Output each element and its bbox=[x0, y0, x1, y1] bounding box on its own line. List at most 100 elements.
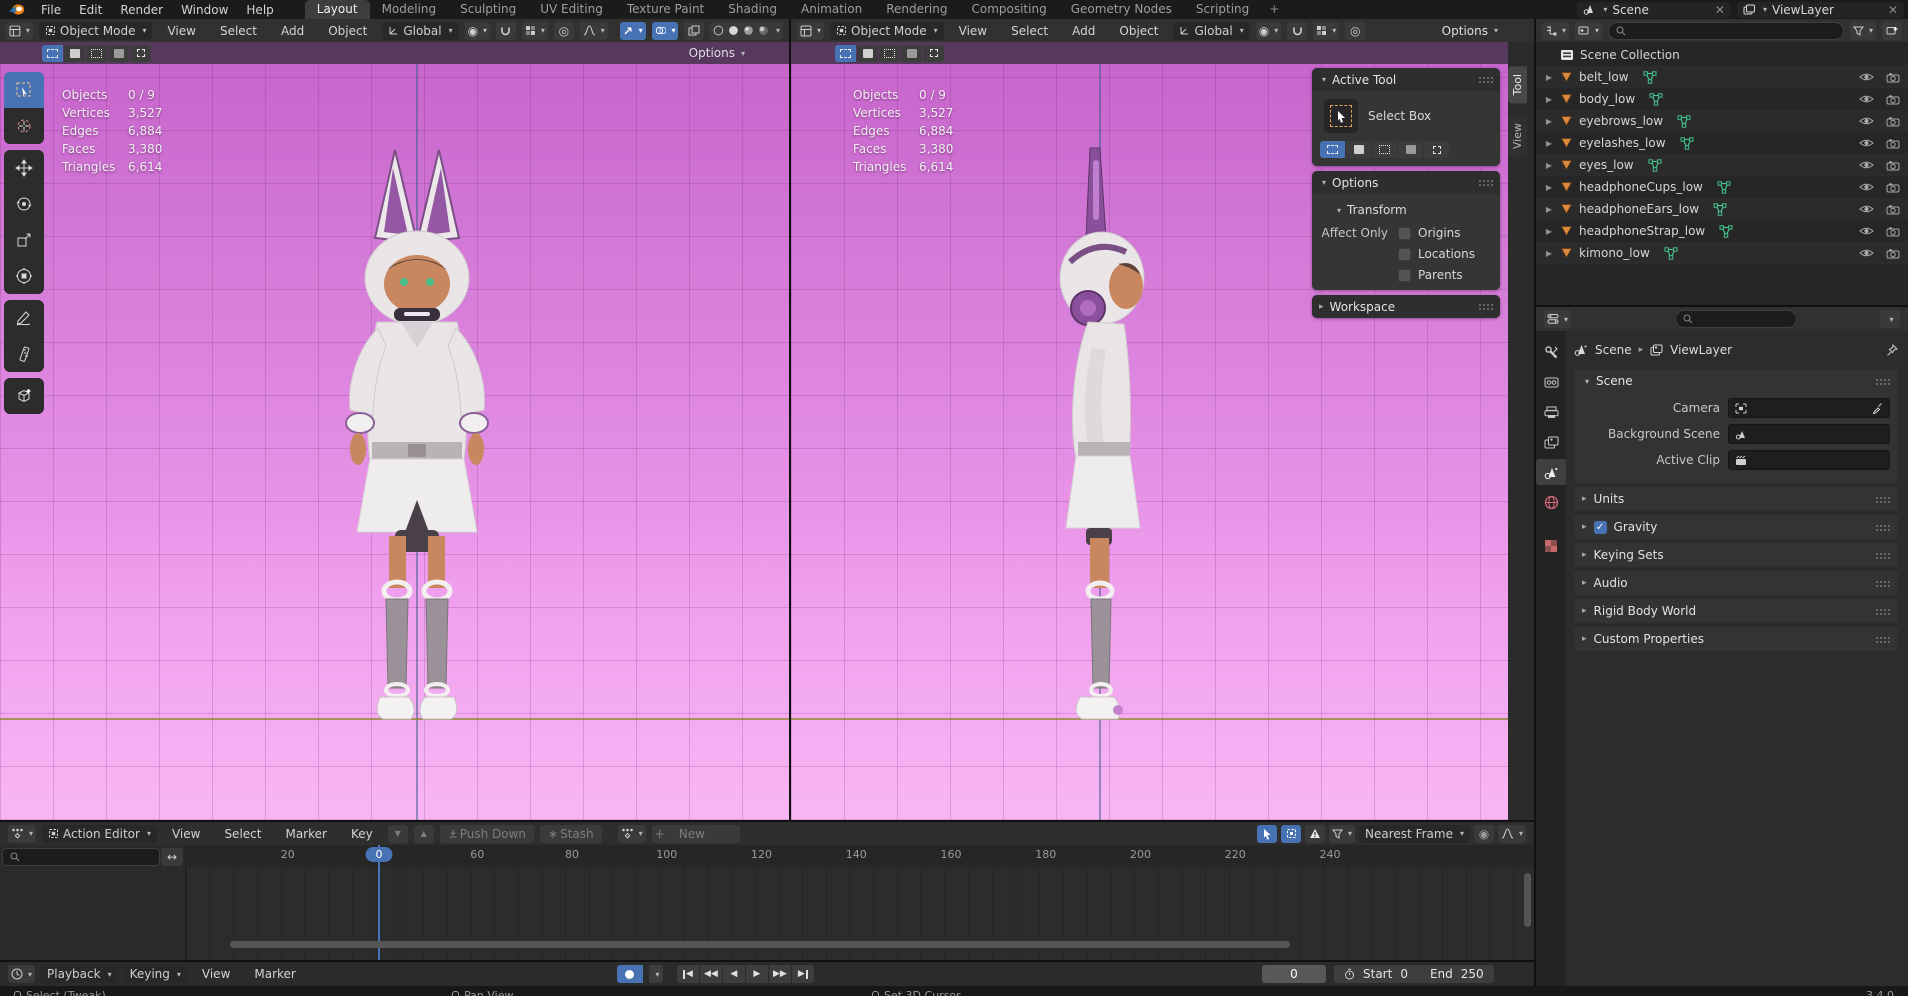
previous-keyframe-button[interactable]: ◀◀ bbox=[700, 965, 722, 983]
outliner-display-mode-dropdown[interactable]: ▾ bbox=[1542, 22, 1569, 40]
object-name[interactable]: belt_low bbox=[1579, 70, 1629, 84]
properties-tab-output[interactable] bbox=[1536, 399, 1566, 425]
select-extend-button[interactable] bbox=[1346, 141, 1371, 158]
parents-checkbox[interactable] bbox=[1398, 269, 1411, 282]
playback-dropdown[interactable]: Playback▾ bbox=[41, 965, 118, 983]
properties-tab-texture[interactable] bbox=[1536, 533, 1566, 559]
pin-icon[interactable] bbox=[1886, 344, 1898, 357]
panel-grip[interactable] bbox=[1478, 303, 1493, 310]
editor-type-button[interactable]: ▾ bbox=[8, 825, 36, 843]
outliner-row-belt_low[interactable]: ▶ belt_low bbox=[1536, 66, 1908, 88]
disable-in-renders-icon[interactable] bbox=[1886, 94, 1900, 105]
pivot-dropdown[interactable]: ◉▾ bbox=[1256, 22, 1282, 40]
panel-grip[interactable] bbox=[1875, 524, 1890, 531]
disable-in-renders-icon[interactable] bbox=[1886, 72, 1900, 83]
select-invert-button[interactable] bbox=[1398, 141, 1423, 158]
workspace-tab-sculpting[interactable]: Sculpting bbox=[448, 0, 528, 19]
show-overlays-toggle[interactable]: ▾ bbox=[652, 22, 679, 40]
orientation-dropdown[interactable]: Global ▾ bbox=[1173, 22, 1249, 40]
eyedropper-icon[interactable] bbox=[1872, 402, 1883, 414]
object-name[interactable]: headphoneStrap_low bbox=[1579, 224, 1705, 238]
sidebar-tab-view[interactable]: View bbox=[1508, 115, 1527, 157]
select-subtract-button[interactable] bbox=[879, 45, 900, 62]
collection-name[interactable]: Scene Collection bbox=[1580, 48, 1680, 62]
mode-dropdown[interactable]: Object Mode ▾ bbox=[830, 22, 944, 40]
transform-subpanel-header[interactable]: ▾Transform bbox=[1334, 200, 1492, 220]
menu-render[interactable]: Render bbox=[111, 3, 172, 17]
disable-in-renders-icon[interactable] bbox=[1886, 204, 1900, 215]
viewport-menu-select[interactable]: Select bbox=[1002, 24, 1057, 38]
auto-keying-dropdown[interactable]: ▾ bbox=[649, 965, 663, 983]
workspace-tab-rendering[interactable]: Rendering bbox=[874, 0, 959, 19]
expand-arrow[interactable]: ▶ bbox=[1542, 205, 1556, 214]
breadcrumb-scene[interactable]: Scene bbox=[1595, 343, 1632, 357]
dopesheet-menu-select[interactable]: Select bbox=[215, 827, 270, 841]
select-intersect-button[interactable] bbox=[130, 45, 151, 62]
object-name[interactable]: kimono_low bbox=[1579, 246, 1650, 260]
outliner-row-eyes_low[interactable]: ▶eyes_low bbox=[1536, 154, 1908, 176]
outliner-row-scene-collection[interactable]: Scene Collection bbox=[1536, 44, 1908, 66]
viewlayer-selector[interactable]: ▾ ViewLayer ✕ bbox=[1737, 2, 1904, 18]
expand-arrow[interactable]: ▶ bbox=[1542, 73, 1556, 82]
panel-grip[interactable] bbox=[1478, 179, 1493, 186]
jump-to-end-button[interactable]: ▶ bbox=[792, 965, 814, 983]
keying-sets-panel-header[interactable]: ▸Keying Sets bbox=[1574, 543, 1898, 567]
select-subtract-button[interactable] bbox=[1372, 141, 1397, 158]
horizontal-scrollbar[interactable] bbox=[230, 941, 1290, 948]
properties-tab-scene[interactable] bbox=[1536, 459, 1566, 485]
hide-in-viewport-icon[interactable] bbox=[1859, 204, 1874, 214]
editor-type-button[interactable]: ▾ bbox=[797, 22, 824, 40]
disable-in-renders-icon[interactable] bbox=[1886, 160, 1900, 171]
workspace-tab-scripting[interactable]: Scripting bbox=[1184, 0, 1261, 19]
viewport-menu-add[interactable]: Add bbox=[1063, 24, 1104, 38]
editor-type-button[interactable]: ▾ bbox=[1544, 310, 1571, 328]
scene-panel-header[interactable]: ▾Scene bbox=[1574, 369, 1898, 393]
end-value[interactable]: 250 bbox=[1461, 967, 1484, 981]
timeline-menu-view[interactable]: View bbox=[193, 967, 239, 981]
workspace-panel-header[interactable]: ▸Workspace bbox=[1312, 295, 1500, 318]
action-id-dropdown[interactable]: ▾ bbox=[618, 825, 646, 843]
locations-checkbox[interactable] bbox=[1398, 248, 1411, 261]
current-frame-field[interactable]: 0 bbox=[1262, 965, 1326, 983]
dopesheet-mode-dropdown[interactable]: Action Editor ▾ bbox=[42, 825, 157, 843]
properties-tab-render[interactable] bbox=[1536, 369, 1566, 395]
snap-magnet-toggle[interactable] bbox=[496, 22, 516, 40]
object-name[interactable]: body_low bbox=[1579, 92, 1635, 106]
workspace-tab-uv-editing[interactable]: UV Editing bbox=[528, 0, 615, 19]
hide-in-viewport-icon[interactable] bbox=[1859, 138, 1874, 148]
properties-tab-view-layer[interactable] bbox=[1536, 429, 1566, 455]
keying-dropdown[interactable]: Keying▾ bbox=[124, 965, 187, 983]
viewport-menu-object[interactable]: Object bbox=[319, 24, 376, 38]
box-select-mode-toggle[interactable] bbox=[1281, 825, 1301, 843]
object-name[interactable]: eyes_low bbox=[1579, 158, 1634, 172]
outliner-row-kimono_low[interactable]: ▶kimono_low bbox=[1536, 242, 1908, 264]
expand-arrow[interactable]: ▶ bbox=[1542, 139, 1556, 148]
panel-grip[interactable] bbox=[1875, 580, 1890, 587]
panel-grip[interactable] bbox=[1875, 496, 1890, 503]
sidebar-tab-tool[interactable]: Tool bbox=[1508, 66, 1527, 103]
xray-toggle[interactable] bbox=[684, 22, 704, 40]
hide-in-viewport-icon[interactable] bbox=[1859, 94, 1874, 104]
start-value[interactable]: 0 bbox=[1400, 967, 1408, 981]
hide-in-viewport-icon[interactable] bbox=[1859, 160, 1874, 170]
outliner-filter-dropdown[interactable]: ▾ bbox=[1850, 22, 1876, 40]
viewport-options-dropdown[interactable]: Options▾ bbox=[1442, 24, 1498, 38]
origins-checkbox[interactable] bbox=[1398, 227, 1411, 240]
workspace-tab-geometry-nodes[interactable]: Geometry Nodes bbox=[1059, 0, 1184, 19]
cursor-tool[interactable] bbox=[4, 108, 44, 144]
current-frame-badge[interactable]: 0 bbox=[366, 847, 393, 862]
panel-grip[interactable] bbox=[1875, 378, 1890, 385]
editor-type-button[interactable]: ▾ bbox=[6, 22, 33, 40]
units-panel-header[interactable]: ▸Units bbox=[1574, 487, 1898, 511]
outliner-row-headphoneCups_low[interactable]: ▶headphoneCups_low bbox=[1536, 176, 1908, 198]
select-cursor-toggle[interactable] bbox=[1257, 825, 1277, 843]
proportional-editing-toggle[interactable]: ◉ bbox=[1474, 825, 1494, 843]
play-button[interactable]: ▶ bbox=[746, 965, 768, 983]
menu-edit[interactable]: Edit bbox=[70, 3, 111, 17]
show-gizmo-toggle[interactable]: ▾ bbox=[620, 22, 646, 40]
disable-in-renders-icon[interactable] bbox=[1886, 116, 1900, 127]
menu-file[interactable]: File bbox=[32, 3, 70, 17]
add-cube-tool[interactable] bbox=[4, 378, 44, 414]
proportional-editing-toggle[interactable]: ◎ bbox=[1345, 22, 1365, 40]
annotate-tool[interactable] bbox=[4, 300, 44, 336]
